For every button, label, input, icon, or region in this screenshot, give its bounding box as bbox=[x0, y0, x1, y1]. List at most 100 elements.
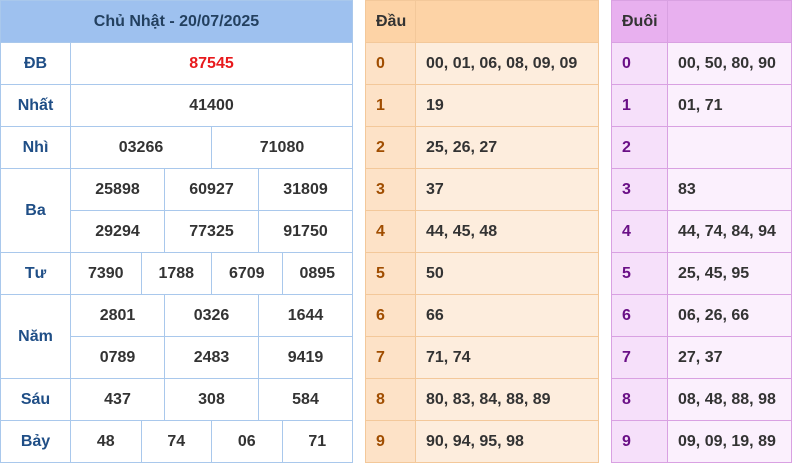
head-digit: 2 bbox=[365, 126, 416, 169]
tail-values: 06, 26, 66 bbox=[667, 294, 792, 337]
head-values: 00, 01, 06, 08, 09, 09 bbox=[415, 42, 599, 85]
head-values: 44, 45, 48 bbox=[415, 210, 599, 253]
head-header: Đầu bbox=[365, 0, 416, 43]
tail-row: 2 bbox=[611, 126, 792, 169]
head-row: 1 19 bbox=[365, 84, 599, 127]
prize-row-sau: Sáu 437 308 584 bbox=[0, 378, 353, 421]
prize-number-nam: 9419 bbox=[258, 336, 353, 379]
head-digit: 3 bbox=[365, 168, 416, 211]
head-row: 0 00, 01, 06, 08, 09, 09 bbox=[365, 42, 599, 85]
head-row: 9 90, 94, 95, 98 bbox=[365, 420, 599, 463]
prize-label-bay: Bảy bbox=[0, 420, 71, 463]
head-digit: 9 bbox=[365, 420, 416, 463]
head-digit: 8 bbox=[365, 378, 416, 421]
head-values: 90, 94, 95, 98 bbox=[415, 420, 599, 463]
tail-digit: 0 bbox=[611, 42, 668, 85]
tail-grid: Đuôi 0 00, 50, 80, 90 1 01, 71 2 3 83 4 44, … bbox=[611, 0, 792, 463]
prize-label-nhi: Nhì bbox=[0, 126, 71, 169]
prize-number-sau: 308 bbox=[164, 378, 259, 421]
tail-row: 8 08, 48, 88, 98 bbox=[611, 378, 792, 421]
head-digit: 5 bbox=[365, 252, 416, 295]
prize-label-ba: Ba bbox=[0, 168, 71, 253]
head-values: 25, 26, 27 bbox=[415, 126, 599, 169]
lottery-results-table: Chủ Nhật - 20/07/2025 ĐB 87545 Nhất 4140… bbox=[0, 0, 353, 463]
results-title: Chủ Nhật - 20/07/2025 bbox=[0, 0, 353, 43]
tail-row: 6 06, 26, 66 bbox=[611, 294, 792, 337]
tail-values: 83 bbox=[667, 168, 792, 211]
head-row: 5 50 bbox=[365, 252, 599, 295]
prize-number-ba: 31809 bbox=[258, 168, 353, 211]
tail-digit: 6 bbox=[611, 294, 668, 337]
prize-number-sau: 584 bbox=[258, 378, 353, 421]
prize-number-nhi: 03266 bbox=[70, 126, 212, 169]
prize-number-sau: 437 bbox=[70, 378, 165, 421]
prize-number-ba: 60927 bbox=[164, 168, 259, 211]
head-digit: 0 bbox=[365, 42, 416, 85]
tail-row: 0 00, 50, 80, 90 bbox=[611, 42, 792, 85]
tail-digit: 1 bbox=[611, 84, 668, 127]
tail-values: 44, 74, 84, 94 bbox=[667, 210, 792, 253]
head-digits-table: Đầu 0 00, 01, 06, 08, 09, 09 1 19 2 25, 26,… bbox=[365, 0, 599, 463]
prize-label-tu: Tư bbox=[0, 252, 71, 295]
tail-values: 00, 50, 80, 90 bbox=[667, 42, 792, 85]
prize-number-ba: 91750 bbox=[258, 210, 353, 253]
prize-row-tu: Tư 7390 1788 6709 0895 bbox=[0, 252, 353, 295]
tail-header-spacer bbox=[667, 0, 792, 43]
head-digit: 1 bbox=[365, 84, 416, 127]
prize-number-nhat: 41400 bbox=[70, 84, 353, 127]
prize-number-bay: 74 bbox=[140, 420, 212, 463]
head-digit: 4 bbox=[365, 210, 416, 253]
prize-row-bay: Bảy 48 74 06 71 bbox=[0, 420, 353, 463]
tail-row: 4 44, 74, 84, 94 bbox=[611, 210, 792, 253]
prize-number-bay: 48 bbox=[70, 420, 142, 463]
head-row: 2 25, 26, 27 bbox=[365, 126, 599, 169]
tail-row: 5 25, 45, 95 bbox=[611, 252, 792, 295]
tail-values: 27, 37 bbox=[667, 336, 792, 379]
results-grid: Chủ Nhật - 20/07/2025 ĐB 87545 Nhất 4140… bbox=[0, 0, 353, 463]
tail-values bbox=[667, 126, 792, 169]
tail-digit: 9 bbox=[611, 420, 668, 463]
prize-number-nam: 0789 bbox=[70, 336, 165, 379]
head-digit: 7 bbox=[365, 336, 416, 379]
tail-digit: 2 bbox=[611, 126, 668, 169]
tail-row: 9 09, 09, 19, 89 bbox=[611, 420, 792, 463]
head-row: 4 44, 45, 48 bbox=[365, 210, 599, 253]
tail-digit: 5 bbox=[611, 252, 668, 295]
tail-values: 01, 71 bbox=[667, 84, 792, 127]
prize-number-ba: 25898 bbox=[70, 168, 165, 211]
tail-digit: 4 bbox=[611, 210, 668, 253]
prize-number-nam: 0326 bbox=[164, 294, 259, 337]
head-grid: Đầu 0 00, 01, 06, 08, 09, 09 1 19 2 25, 26,… bbox=[365, 0, 599, 463]
tail-digit: 3 bbox=[611, 168, 668, 211]
prize-number-ba: 77325 bbox=[164, 210, 259, 253]
head-values: 37 bbox=[415, 168, 599, 211]
head-row: 8 80, 83, 84, 88, 89 bbox=[365, 378, 599, 421]
prize-row-nhi: Nhì 03266 71080 bbox=[0, 126, 353, 169]
prize-number-tu: 1788 bbox=[140, 252, 212, 295]
prize-number-db: 87545 bbox=[70, 42, 353, 85]
tail-values: 25, 45, 95 bbox=[667, 252, 792, 295]
tail-row: 3 83 bbox=[611, 168, 792, 211]
tail-digit: 7 bbox=[611, 336, 668, 379]
prize-label-nam: Năm bbox=[0, 294, 71, 379]
prize-number-ba: 29294 bbox=[70, 210, 165, 253]
prize-row-db: ĐB 87545 bbox=[0, 42, 353, 85]
prize-number-nam: 1644 bbox=[258, 294, 353, 337]
head-header-spacer bbox=[415, 0, 599, 43]
prize-number-nam: 2483 bbox=[164, 336, 259, 379]
tail-row: 7 27, 37 bbox=[611, 336, 792, 379]
prize-number-tu: 0895 bbox=[281, 252, 353, 295]
prize-number-nam: 2801 bbox=[70, 294, 165, 337]
head-values: 66 bbox=[415, 294, 599, 337]
head-row: 3 37 bbox=[365, 168, 599, 211]
prize-row-nam: Năm 2801 0326 1644 bbox=[0, 294, 353, 379]
prize-label-db: ĐB bbox=[0, 42, 71, 85]
prize-number-tu: 7390 bbox=[70, 252, 142, 295]
tail-row: 1 01, 71 bbox=[611, 84, 792, 127]
tail-values: 09, 09, 19, 89 bbox=[667, 420, 792, 463]
prize-number-bay: 06 bbox=[211, 420, 283, 463]
head-values: 71, 74 bbox=[415, 336, 599, 379]
head-row: 6 66 bbox=[365, 294, 599, 337]
prize-number-nhi: 71080 bbox=[211, 126, 353, 169]
head-row: 7 71, 74 bbox=[365, 336, 599, 379]
